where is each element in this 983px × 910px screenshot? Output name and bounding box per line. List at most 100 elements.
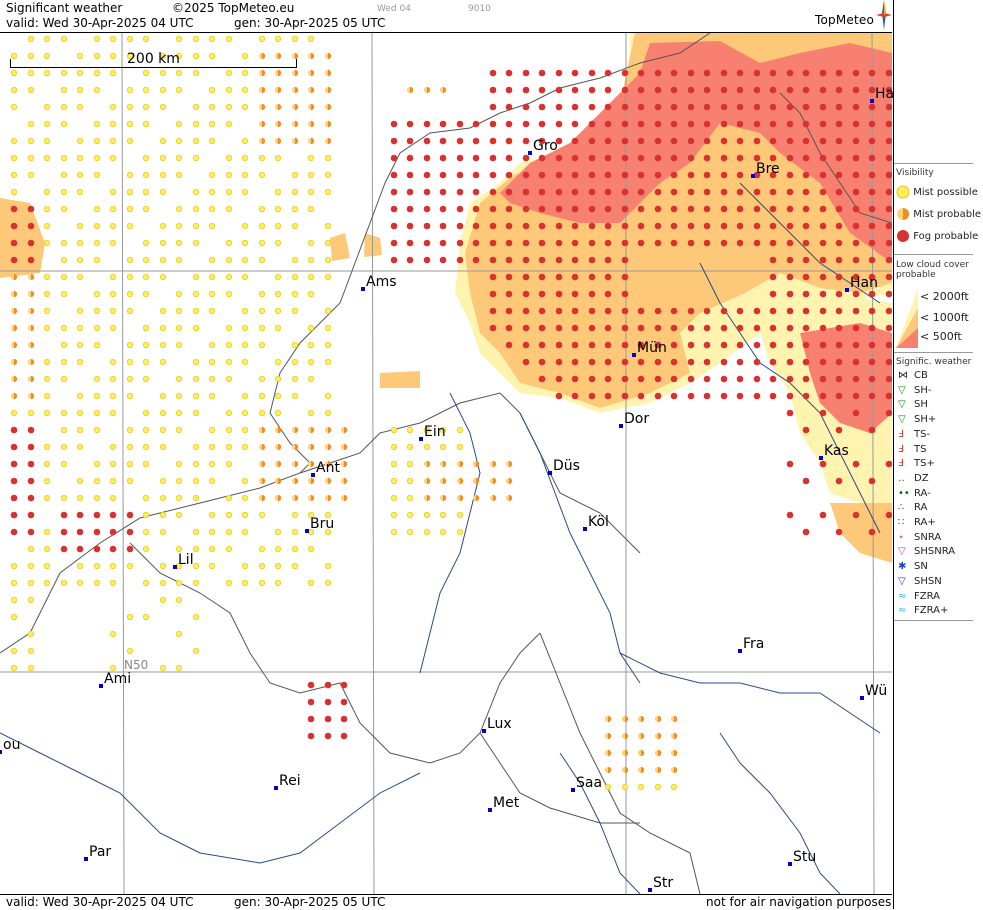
- city-label: Met: [493, 795, 520, 811]
- faint-label-left: Wed 04: [377, 4, 411, 14]
- lowcloud-wedge-icon: [896, 288, 918, 348]
- scale-label: 200 km: [127, 51, 180, 67]
- topmeteo-logo[interactable]: TopMeteo: [815, 13, 874, 27]
- legend-sigwx-snra: ⋆ SNRA: [898, 531, 942, 543]
- legend-mist-possible: Mist possible: [896, 185, 978, 199]
- sigwx-symbol-icon: ▽: [898, 575, 906, 587]
- sigwx-symbol-icon: ⋈: [898, 370, 908, 381]
- legend-cloud-2000: < 2000ft: [920, 290, 969, 303]
- city-label: Rei: [279, 773, 301, 789]
- sigwx-symbol-icon: ≈: [898, 605, 907, 617]
- legend-sigwx-sh-minus: ▽ SH-: [898, 384, 932, 396]
- city-stu: Stu: [788, 849, 817, 866]
- legend-sigwx-ra-minus: •• RA-: [898, 487, 931, 499]
- scale-bar: 200 km: [10, 51, 297, 71]
- city-ou: ou: [0, 737, 21, 754]
- city-str: Str: [648, 875, 674, 892]
- sigwx-symbol-icon: ✱: [898, 561, 907, 573]
- city-marker: [548, 471, 552, 475]
- city-marker: [860, 696, 864, 700]
- sigwx-symbol-icon: ∴: [898, 502, 905, 514]
- city-marker: [419, 437, 423, 441]
- city-marker: [571, 788, 575, 792]
- city-marker: [84, 857, 88, 861]
- city-marker: [99, 684, 103, 688]
- legend-sigwx-sh-minusplus: ▽ SH+: [898, 414, 937, 426]
- city-label: Str: [653, 875, 674, 891]
- legend-sigwx-shsnra: ▽ SHSNRA: [898, 546, 956, 558]
- legend-sigwx-dz: ․․ DZ: [898, 472, 929, 484]
- disclaimer: not for air navigation purposes: [706, 895, 892, 909]
- city-label: Lil: [178, 552, 194, 568]
- legend-sigwx-ra: ∴ RA: [898, 502, 928, 514]
- city-met: Met: [488, 795, 520, 812]
- latitude-label: N50: [124, 658, 149, 672]
- city-marker: [845, 288, 849, 292]
- legend-sigwx-fzra-minusplus: ≈ FZRA+: [898, 605, 949, 617]
- city-lux: Lux: [482, 716, 512, 733]
- city-label: Düs: [553, 458, 580, 474]
- city-label: Köl: [588, 514, 609, 530]
- compass-star-icon: [876, 0, 892, 30]
- city-label: Ein: [424, 424, 446, 440]
- fog-probable-icon: [897, 230, 909, 242]
- sigwx-symbol-icon: ▽: [898, 414, 906, 426]
- city-marker: [488, 808, 492, 812]
- legend-lowcloud-title: Low cloud cover probable: [896, 260, 969, 280]
- legend-cloud-500: < 500ft: [920, 330, 962, 343]
- legend-visibility-title: Visibility: [896, 168, 934, 178]
- legend-mist-probable: Mist probable: [896, 207, 981, 221]
- valid-time: valid: Wed 30-Apr-2025 04 UTC: [6, 16, 194, 30]
- city-marker: [738, 649, 742, 653]
- sigwx-symbol-icon: ▽: [898, 399, 906, 411]
- city-label: Han: [850, 275, 878, 291]
- sigwx-symbol-icon: ••: [898, 487, 910, 499]
- city-gro: Gro: [528, 138, 558, 155]
- mist-possible-icon: [896, 185, 910, 199]
- faint-label-right: 9010: [468, 4, 491, 14]
- low-cloud-layer: [0, 33, 892, 563]
- city-marker: [361, 287, 365, 291]
- city-label: Par: [89, 844, 112, 860]
- city-label: Bre: [756, 161, 780, 177]
- city-label: Fra: [743, 636, 765, 652]
- city-label: Bru: [310, 516, 335, 532]
- footer-generated-time: gen: 30-Apr-2025 05 UTC: [234, 895, 386, 909]
- city-marker: [305, 529, 309, 533]
- legend-sigwx-shsn: ▽ SHSN: [898, 575, 942, 587]
- city-label: Lux: [487, 716, 512, 732]
- city-fra: Fra: [738, 636, 765, 653]
- legend-panel: Visibility Mist possible Mist probable F…: [893, 0, 983, 909]
- city-dus: Düs: [548, 458, 580, 475]
- city-ein: Ein: [419, 424, 446, 441]
- sigwx-symbol-icon: ▽: [898, 384, 906, 396]
- city-kas: Kas: [819, 443, 849, 460]
- city-han: Han: [845, 275, 878, 292]
- sigwx-symbol-icon: ▽: [898, 546, 906, 558]
- footer-valid-time: valid: Wed 30-Apr-2025 04 UTC: [6, 895, 194, 909]
- city-saa: Saa: [571, 775, 603, 792]
- city-marker: [870, 99, 874, 103]
- sigwx-symbol-icon: ․․: [898, 472, 905, 484]
- footer-bar: valid: Wed 30-Apr-2025 04 UTC gen: 30-Ap…: [0, 894, 892, 910]
- legend-sigwx-ra-minusplus: ∷ RA+: [898, 517, 936, 528]
- city-marker: [632, 353, 636, 357]
- city-marker: [274, 786, 278, 790]
- city-lil: Lil: [173, 552, 194, 569]
- city-marker: [482, 729, 486, 733]
- legend-sigwx-ts-minusplus: Ⅎ TS+: [898, 458, 935, 470]
- generated-time: gen: 30-Apr-2025 05 UTC: [234, 16, 386, 30]
- city-ams: Ams: [361, 274, 397, 291]
- city-label: Stu: [793, 849, 817, 865]
- city-marker: [819, 456, 823, 460]
- city-label: Saa: [576, 775, 603, 791]
- city-label: Dor: [624, 411, 650, 427]
- city-ami: Ami: [99, 671, 131, 688]
- city-label: ou: [3, 737, 21, 753]
- legend-sigwx-sn: ✱ SN: [898, 561, 928, 573]
- legend-sigwx-fzra: ≈ FZRA: [898, 590, 940, 602]
- mist-probable-icon: [897, 208, 909, 220]
- city-marker: [619, 424, 623, 428]
- sigwx-symbol-icon: Ⅎ: [898, 458, 904, 470]
- sigwx-symbol-icon: Ⅎ: [898, 443, 904, 455]
